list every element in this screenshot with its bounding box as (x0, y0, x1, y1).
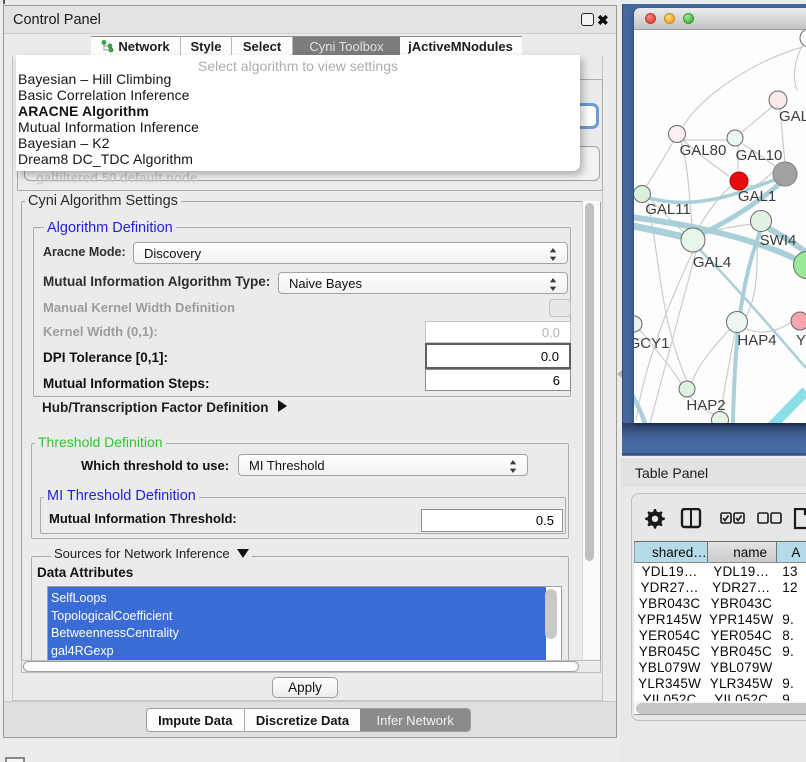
svg-text:HAP4: HAP4 (737, 332, 776, 349)
svg-text:GAL11: GAL11 (645, 201, 691, 218)
svg-text:HAP2: HAP2 (686, 397, 725, 414)
svg-text:GAL1: GAL1 (738, 188, 776, 205)
svg-text:SWI4: SWI4 (760, 232, 797, 249)
svg-text:GAL7: GAL7 (779, 108, 806, 125)
svg-text:GAL4: GAL4 (693, 254, 731, 271)
svg-text:GCY1: GCY1 (634, 335, 669, 352)
svg-text:GAL10: GAL10 (736, 147, 783, 164)
svg-text:YEL: YEL (796, 332, 806, 349)
svg-text:GAL80: GAL80 (680, 142, 727, 159)
